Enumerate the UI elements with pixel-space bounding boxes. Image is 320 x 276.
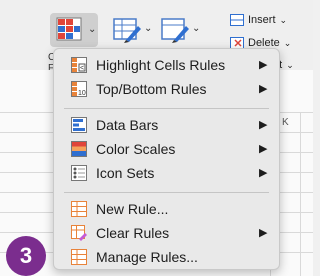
menu-separator (64, 192, 269, 193)
svg-text:<: < (80, 65, 84, 72)
chevron-down-icon: ⌄ (144, 23, 153, 34)
cell-styles-button[interactable]: ⌄ (160, 14, 204, 46)
menu-item-label: Manage Rules... (96, 249, 198, 265)
menu-separator (64, 108, 269, 109)
menu-item-label: New Rule... (96, 201, 169, 217)
chevron-down-icon: ⌄ (283, 37, 292, 48)
clear-rules-icon (71, 225, 87, 241)
conditional-formatting-button[interactable]: ⌄ (50, 13, 98, 47)
highlight-cells-icon: < (71, 57, 87, 73)
menu-item-label: Clear Rules (96, 225, 170, 241)
menu-item-label: Highlight Cells Rules (96, 57, 226, 73)
chevron-down-icon: ⌄ (286, 59, 294, 70)
icon-sets-icon (71, 165, 87, 181)
submenu-arrow-icon: ▶ (259, 59, 268, 71)
menu-item-data-bars[interactable]: Data Bars ▶ (54, 113, 279, 137)
submenu-arrow-icon: ▶ (259, 143, 268, 155)
insert-cells-icon (230, 14, 244, 26)
menu-item-manage-rules[interactable]: Manage Rules... (54, 245, 279, 269)
step-number-badge: 3 (6, 236, 46, 276)
submenu-arrow-icon: ▶ (259, 167, 268, 179)
column-header[interactable]: K (282, 117, 289, 128)
chevron-down-icon: ⌄ (279, 14, 288, 25)
chevron-down-icon: ⌄ (88, 24, 97, 35)
insert-label: Insert (248, 14, 276, 26)
menu-item-color-scales[interactable]: Color Scales ▶ (54, 137, 279, 161)
chevron-down-icon: ⌄ (192, 23, 201, 34)
svg-text:10: 10 (78, 90, 86, 97)
grid-line (300, 112, 301, 276)
menu-item-top-bottom-rules[interactable]: 10 Top/Bottom Rules ▶ (54, 77, 279, 101)
menu-item-label: Color Scales (96, 141, 176, 157)
menu-item-highlight-cells-rules[interactable]: < Highlight Cells Rules ▶ (54, 53, 279, 77)
submenu-arrow-icon: ▶ (259, 119, 268, 131)
conditional-formatting-menu: < Highlight Cells Rules ▶ 10 Top/Bottom … (53, 48, 280, 270)
new-rule-icon (71, 201, 87, 217)
manage-rules-icon (71, 249, 87, 265)
color-scales-icon (71, 141, 87, 157)
menu-item-label: Data Bars (96, 117, 159, 133)
submenu-arrow-icon: ▶ (259, 227, 268, 239)
menu-item-clear-rules[interactable]: Clear Rules ▶ (54, 221, 279, 245)
submenu-arrow-icon: ▶ (259, 83, 268, 95)
menu-item-icon-sets[interactable]: Icon Sets ▶ (54, 161, 279, 185)
data-bars-icon (71, 117, 87, 133)
menu-item-new-rule[interactable]: New Rule... (54, 197, 279, 221)
menu-item-label: Top/Bottom Rules (96, 81, 207, 97)
insert-button[interactable]: Insert ⌄ (230, 14, 287, 26)
format-as-table-button[interactable]: ⌄ (112, 14, 156, 46)
menu-item-label: Icon Sets (96, 165, 155, 181)
top-bottom-icon: 10 (71, 81, 87, 97)
